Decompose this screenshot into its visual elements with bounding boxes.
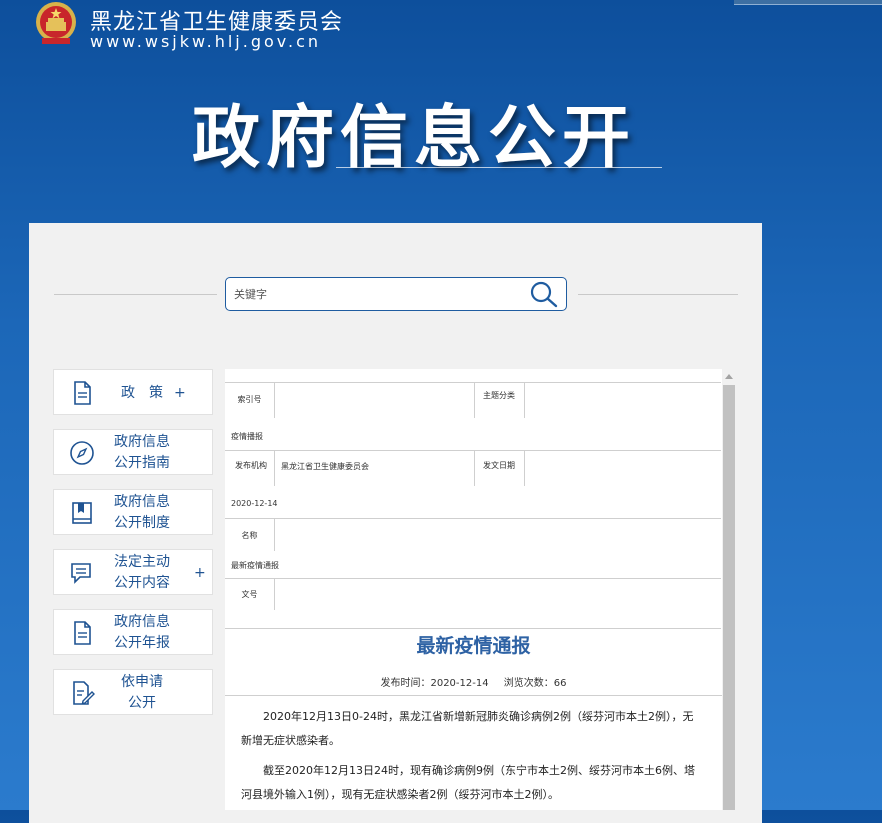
sidebar-item-label: 政 策	[121, 385, 163, 401]
sidebar-item-system[interactable]: 政府信息 公开制度	[53, 489, 213, 535]
message-icon	[71, 563, 91, 584]
expand-plus-icon[interactable]: +	[194, 565, 206, 581]
content-frame: 索引号 主题分类 疫情播报 发布机构 黑龙江省卫生健康委员会 发文日期 2020…	[225, 369, 722, 810]
meta-row: 索引号 主题分类 疫情播报	[225, 383, 721, 451]
sidebar-item-policy[interactable]: 政 策 +	[53, 369, 213, 415]
date-label: 发文日期	[483, 461, 515, 470]
cell-divider	[274, 451, 275, 486]
cell-divider	[474, 451, 475, 486]
edit-document-icon	[73, 681, 95, 705]
docno-label: 文号	[241, 590, 258, 599]
site-header: 黑龙江省卫生健康委员会 www.wsjkw.hlj.gov.cn 政府信息公开	[0, 0, 882, 223]
sidebar-item-statutory[interactable]: 法定主动 公开内容 +	[53, 549, 213, 595]
issuer-label: 发布机构	[235, 461, 267, 470]
search-input[interactable]	[234, 286, 514, 302]
topic-label: 主题分类	[483, 391, 515, 400]
divider-right	[578, 294, 738, 295]
issuer-value: 黑龙江省卫生健康委员会	[281, 462, 369, 471]
content-scrollbar[interactable]	[722, 369, 736, 810]
scroll-up-arrow-icon[interactable]	[725, 374, 733, 379]
meta-row: 文号	[225, 579, 721, 629]
sidebar-item-by-application[interactable]: 依申请 公开	[53, 669, 213, 715]
publish-time: 发布时间：2020-12-14	[380, 678, 489, 689]
name-value: 最新疫情通报	[231, 561, 279, 570]
top-right-bar[interactable]	[734, 0, 882, 5]
sidebar-item-guide[interactable]: 政府信息 公开指南	[53, 429, 213, 475]
article-paragraph: 截至2020年12月13日24时，现有确诊病例9例（东宁市本土2例、绥芬河市本土…	[241, 764, 695, 801]
report-icon	[74, 621, 91, 645]
name-label: 名称	[241, 531, 258, 540]
search-box	[225, 277, 567, 311]
cell-divider	[474, 383, 475, 418]
book-icon	[72, 502, 92, 524]
meta-row: 名称 最新疫情通报	[225, 519, 721, 579]
sidebar-item-label: 政府信息 公开制度	[114, 494, 170, 531]
divider-left	[54, 294, 217, 295]
article-title: 最新疫情通报	[416, 635, 531, 657]
sidebar-item-label: 依申请 公开	[121, 674, 163, 711]
index-label: 索引号	[237, 395, 262, 404]
document-icon	[74, 381, 91, 405]
compass-icon	[70, 441, 94, 465]
site-url: www.wsjkw.hlj.gov.cn	[90, 32, 322, 51]
scrollbar-thumb[interactable]	[723, 385, 735, 810]
cell-divider	[274, 579, 275, 610]
sidebar-item-annual-report[interactable]: 政府信息 公开年报	[53, 609, 213, 655]
cell-divider	[274, 519, 275, 551]
date-value: 2020-12-14	[231, 499, 278, 508]
sidebar-item-label: 政府信息 公开指南	[114, 434, 170, 471]
article-divider	[225, 695, 722, 696]
sidebar-item-label: 法定主动 公开内容	[114, 554, 170, 591]
sidebar-item-label: 政府信息 公开年报	[114, 614, 170, 651]
cell-divider	[274, 383, 275, 418]
national-emblem-icon	[36, 2, 76, 44]
meta-row: 发布机构 黑龙江省卫生健康委员会 发文日期 2020-12-14	[225, 451, 721, 519]
expand-plus-icon[interactable]: +	[174, 385, 186, 401]
title-underline	[336, 167, 662, 168]
search-icon[interactable]	[529, 280, 559, 308]
cell-divider	[524, 451, 525, 486]
article-info: 发布时间：2020-12-14 浏览次数：66	[225, 674, 722, 689]
view-count: 浏览次数：66	[503, 678, 567, 689]
topic-value: 疫情播报	[231, 432, 263, 441]
meta-table: 索引号 主题分类 疫情播报 发布机构 黑龙江省卫生健康委员会 发文日期 2020…	[225, 382, 721, 629]
article-paragraph: 2020年12月13日0-24时，黑龙江省新增新冠肺炎确诊病例2例（绥芬河市本土…	[241, 710, 694, 747]
cell-divider	[524, 383, 525, 418]
